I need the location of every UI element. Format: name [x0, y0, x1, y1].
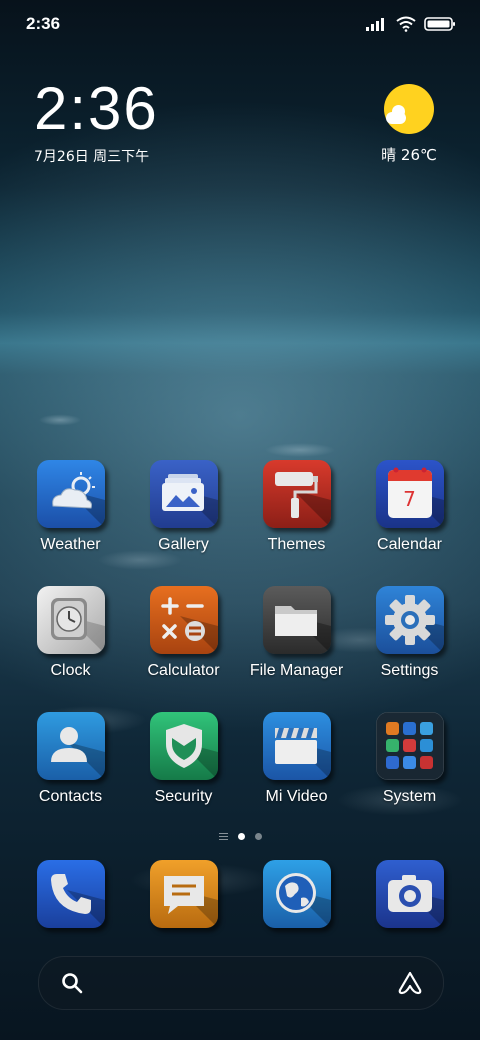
wifi-icon — [396, 16, 416, 32]
app-mi-video[interactable]: Mi Video — [240, 712, 353, 806]
app-label: Clock — [50, 662, 91, 679]
app-label: Settings — [380, 662, 439, 679]
widget-date: 7月26日 周三下午 — [34, 149, 150, 165]
app-label: Calculator — [147, 662, 220, 679]
security-icon — [149, 712, 218, 780]
calculator-icon — [149, 586, 218, 654]
status-bar: 2:36 — [0, 0, 480, 50]
search-icon[interactable] — [61, 972, 83, 994]
app-calendar[interactable]: 7 Calendar — [353, 460, 466, 554]
themes-icon — [262, 460, 331, 528]
app-label: System — [382, 788, 437, 805]
app-system-folder[interactable]: System — [353, 712, 466, 806]
sunny-partly-cloudy-icon — [384, 84, 434, 134]
page-dot — [254, 832, 262, 840]
calendar-icon: 7 — [375, 460, 444, 528]
calendar-date: 7 — [403, 487, 416, 511]
phone-icon — [36, 860, 105, 928]
browser-icon — [262, 860, 331, 928]
app-themes[interactable]: Themes — [240, 460, 353, 554]
dock-camera[interactable] — [353, 860, 466, 928]
app-label: Calendar — [377, 536, 442, 553]
app-label: Mi Video — [265, 788, 328, 805]
app-weather[interactable]: Weather — [14, 460, 127, 554]
file-manager-icon — [262, 586, 331, 654]
assistant-icon[interactable] — [397, 970, 423, 996]
clock-widget[interactable]: 2:36 7月26日 周三下午 — [34, 78, 159, 166]
widget-time: 2:36 — [34, 75, 159, 142]
search-bar[interactable] — [38, 956, 444, 1010]
folder-icon — [375, 712, 444, 780]
battery-icon — [424, 17, 455, 31]
app-gallery[interactable]: Gallery — [127, 460, 240, 554]
dock-phone[interactable] — [14, 860, 127, 928]
signal-icon — [366, 18, 384, 31]
list-icon — [218, 832, 228, 840]
dock-messages[interactable] — [127, 860, 240, 928]
app-label: Themes — [267, 536, 326, 553]
app-label: File Manager — [249, 662, 344, 679]
app-security[interactable]: Security — [127, 712, 240, 806]
page-indicator[interactable] — [200, 830, 280, 842]
clock-icon — [36, 586, 105, 654]
app-label: Contacts — [38, 788, 103, 805]
messages-icon — [149, 860, 218, 928]
app-label: Gallery — [158, 536, 209, 553]
app-clock[interactable]: Clock — [14, 586, 127, 680]
mi-video-icon — [262, 712, 331, 780]
app-contacts[interactable]: Contacts — [14, 712, 127, 806]
contacts-icon — [36, 712, 105, 780]
weather-widget[interactable]: 晴 26℃ — [374, 84, 444, 165]
app-label: Weather — [40, 536, 101, 553]
page-dot-active — [237, 832, 245, 840]
app-calculator[interactable]: Calculator — [127, 586, 240, 680]
settings-icon — [375, 586, 444, 654]
status-time: 2:36 — [26, 14, 61, 33]
weather-text: 晴 26℃ — [381, 146, 437, 164]
app-label: Security — [154, 788, 213, 805]
weather-icon — [36, 460, 105, 528]
app-file-manager[interactable]: File Manager — [240, 586, 353, 680]
camera-icon — [375, 860, 444, 928]
dock-browser[interactable] — [240, 860, 353, 928]
app-settings[interactable]: Settings — [353, 586, 466, 680]
gallery-icon — [149, 460, 218, 528]
